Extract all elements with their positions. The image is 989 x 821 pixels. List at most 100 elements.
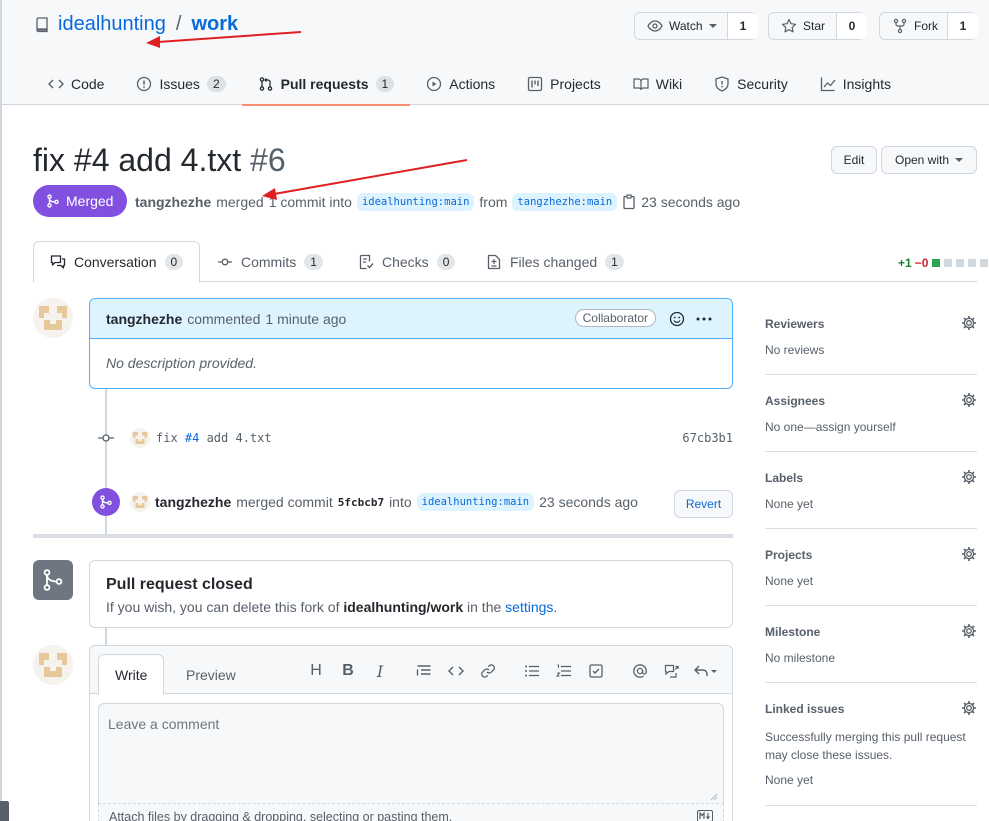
closed-repo-name: idealhunting/work [343, 599, 464, 615]
open-with-button[interactable]: Open with [881, 146, 977, 174]
nav-issues[interactable]: Issues 2 [120, 68, 241, 105]
unordered-list-icon[interactable] [516, 660, 548, 682]
gear-icon[interactable] [961, 623, 977, 639]
star-count[interactable]: 0 [837, 13, 867, 39]
nav-wiki[interactable]: Wiki [617, 68, 698, 105]
nav-insights[interactable]: Insights [804, 68, 907, 105]
tab-conversation-count: 0 [164, 254, 184, 270]
repo-nav: Code Issues 2 Pull requests 1 Actions Pr… [34, 68, 907, 106]
tab-write[interactable]: Write [98, 654, 165, 695]
repo-name-link[interactable]: work [191, 13, 238, 36]
pr-action-text: merged [216, 194, 264, 210]
commit-issue-link[interactable]: #4 [185, 431, 199, 445]
tab-files-changed[interactable]: Files changed 1 [470, 241, 640, 282]
resize-handle-icon[interactable] [710, 793, 718, 801]
ordered-list-icon[interactable] [548, 660, 580, 682]
merge-sha-link[interactable]: 5fcbcb7 [338, 496, 384, 509]
markdown-icon[interactable] [697, 810, 713, 821]
avatar[interactable] [33, 645, 73, 685]
edit-button[interactable]: Edit [831, 146, 877, 174]
commit-message[interactable]: fix #4 add 4.txt [156, 431, 272, 445]
mention-icon[interactable] [624, 660, 656, 682]
nav-pull-requests[interactable]: Pull requests 1 [241, 68, 411, 106]
smiley-icon[interactable] [669, 311, 685, 327]
merge-branch-label[interactable]: idealhunting:main [416, 493, 535, 511]
star-icon [781, 18, 797, 34]
comment-time-link[interactable]: 1 minute ago [265, 311, 346, 327]
settings-link[interactable]: settings [505, 599, 553, 615]
quote-icon[interactable] [408, 660, 440, 682]
sidebar-heading[interactable]: Labels [765, 471, 803, 485]
pr-from-text: from [479, 194, 508, 210]
sidebar-heading[interactable]: Milestone [765, 625, 820, 639]
code-icon[interactable] [440, 660, 472, 682]
avatar[interactable] [130, 428, 150, 448]
sidebar-heading[interactable]: Projects [765, 548, 812, 562]
heading-icon[interactable]: H [300, 660, 332, 682]
gear-icon[interactable] [961, 700, 977, 716]
italic-icon[interactable]: I [364, 660, 396, 682]
commit-sha-link[interactable]: 67cb3b1 [682, 431, 733, 445]
link-icon[interactable] [472, 660, 504, 682]
comment-action: commented [187, 310, 261, 327]
tab-files-changed-count: 1 [605, 253, 624, 270]
nav-actions[interactable]: Actions [410, 68, 511, 105]
tab-commits[interactable]: Commits 1 [201, 241, 339, 282]
commit-message-prefix: fix [156, 431, 185, 445]
tab-conversation[interactable]: Conversation 0 [33, 241, 200, 283]
cross-reference-icon[interactable] [656, 660, 688, 682]
closed-desc-mid: in the [463, 599, 506, 615]
merge-text: merged commit [236, 494, 333, 510]
sidebar-heading[interactable]: Assignees [765, 394, 825, 408]
comment-author-link[interactable]: tangzhezhe [106, 311, 182, 327]
sidebar-value: No reviews [765, 343, 825, 357]
sidebar-heading[interactable]: Reviewers [765, 317, 824, 331]
revert-button[interactable]: Revert [674, 490, 733, 518]
merge-icon [46, 194, 60, 208]
nav-projects[interactable]: Projects [511, 68, 617, 105]
closed-desc-end: . [553, 599, 558, 615]
watch-button[interactable]: Watch 1 [634, 12, 758, 40]
merge-author-link[interactable]: tangzhezhe [155, 494, 231, 510]
timeline-divider [33, 534, 733, 538]
nav-wiki-label: Wiki [655, 75, 683, 92]
gear-icon[interactable] [961, 392, 977, 408]
pr-title-text: fix #4 add 4.txt [33, 142, 242, 178]
base-branch-label[interactable]: idealhunting:main [356, 193, 475, 211]
tab-preview[interactable]: Preview [170, 654, 252, 695]
head-branch-label[interactable]: tangzhezhe:main [512, 193, 618, 211]
gear-icon[interactable] [961, 469, 977, 485]
gear-icon[interactable] [961, 315, 977, 331]
nav-code[interactable]: Code [34, 68, 120, 105]
kebab-horizontal-icon[interactable] [695, 311, 713, 327]
bold-icon[interactable]: B [332, 660, 364, 682]
sidebar-linked-issues: Linked issues Successfully merging this … [765, 683, 977, 806]
nav-issues-count: 2 [206, 75, 226, 92]
gear-icon[interactable] [961, 546, 977, 562]
fork-count[interactable]: 1 [948, 13, 978, 39]
watch-count[interactable]: 1 [728, 13, 758, 39]
copy-icon[interactable] [622, 194, 636, 210]
repo-owner-link[interactable]: idealhunting [58, 13, 166, 36]
fork-button[interactable]: Fork 1 [879, 12, 978, 40]
avatar[interactable] [33, 298, 73, 338]
tasklist-icon[interactable] [580, 660, 612, 682]
star-button[interactable]: Star 0 [768, 12, 867, 40]
window-edge-tab [0, 801, 9, 821]
fork-label: Fork [914, 19, 938, 33]
tab-commits-label: Commits [241, 253, 297, 270]
nav-security[interactable]: Security [698, 68, 804, 105]
commit-message-suffix: add 4.txt [199, 431, 272, 445]
reply-icon[interactable] [688, 660, 722, 682]
comment-body: No description provided. [106, 355, 257, 371]
tab-checks[interactable]: Checks 0 [342, 241, 471, 282]
tab-conversation-label: Conversation [74, 254, 157, 270]
pr-author-link[interactable]: tangzhezhe [135, 194, 211, 210]
pr-title: fix #4 add 4.txt #6 [33, 142, 286, 179]
sidebar-value[interactable]: No one—assign yourself [765, 420, 896, 434]
comment-header: tangzhezhe commented 1 minute ago Collab… [90, 299, 732, 339]
attach-files-bar[interactable]: Attach files by dragging & dropping, sel… [98, 803, 724, 821]
avatar[interactable] [130, 492, 150, 512]
comment-textarea[interactable]: Leave a comment [98, 703, 724, 803]
sidebar-heading[interactable]: Linked issues [765, 702, 844, 716]
